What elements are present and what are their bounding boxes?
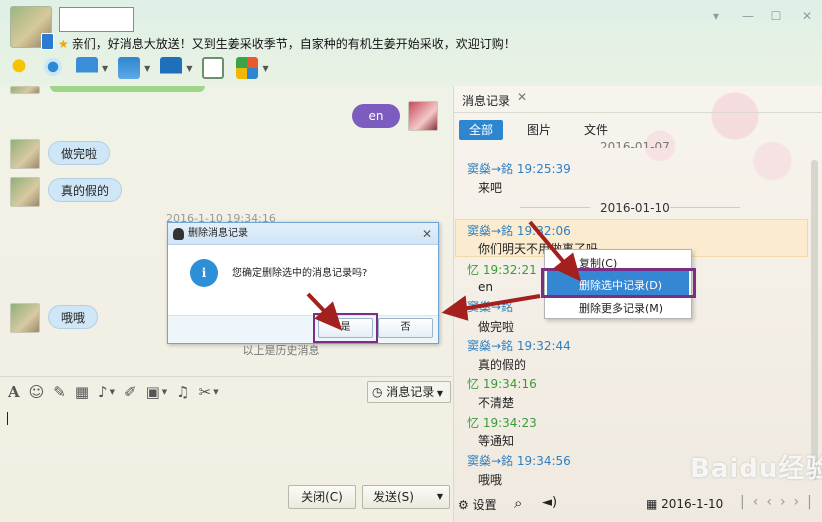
arrow-to-menu [528,220,569,268]
annotation-arrows [306,220,582,331]
arrow-to-dialog [461,294,541,311]
arrowhead-dialog [441,295,469,321]
baidu-watermark: Baidu经验 [690,454,822,484]
